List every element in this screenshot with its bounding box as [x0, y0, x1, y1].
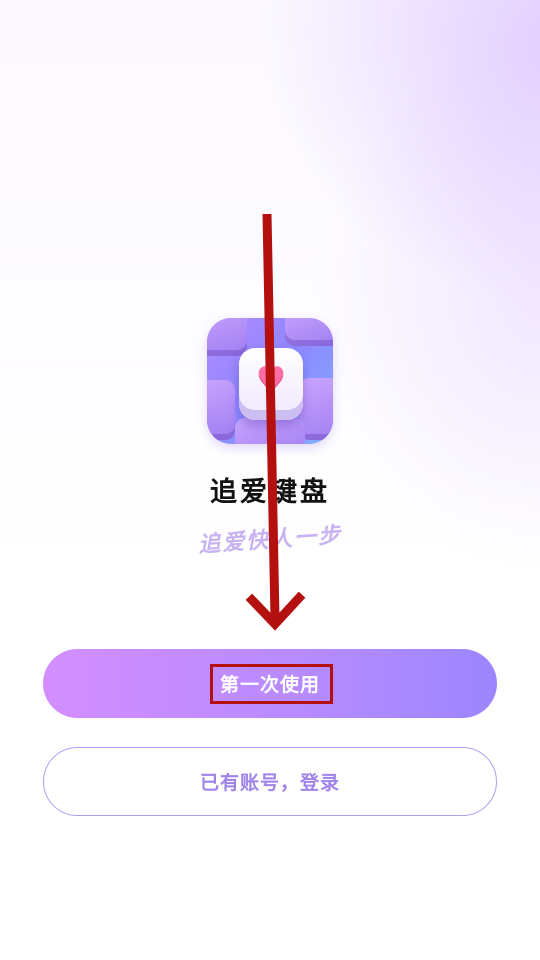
- heart-icon: ♥: [255, 359, 287, 400]
- keycap-decoration: [207, 318, 247, 356]
- login-button[interactable]: 已有账号，登录: [43, 747, 497, 816]
- app-title: 追爱键盘: [210, 477, 330, 508]
- login-button-label: 已有账号，登录: [199, 773, 340, 794]
- keycap-decoration: [285, 318, 333, 346]
- app-logo-icon: ♥: [207, 318, 333, 444]
- keycap-decoration: [235, 418, 305, 444]
- heart-cube-icon: ♥: [239, 348, 303, 420]
- annotation-highlight-box: [210, 664, 333, 704]
- keycap-decoration: [207, 380, 235, 440]
